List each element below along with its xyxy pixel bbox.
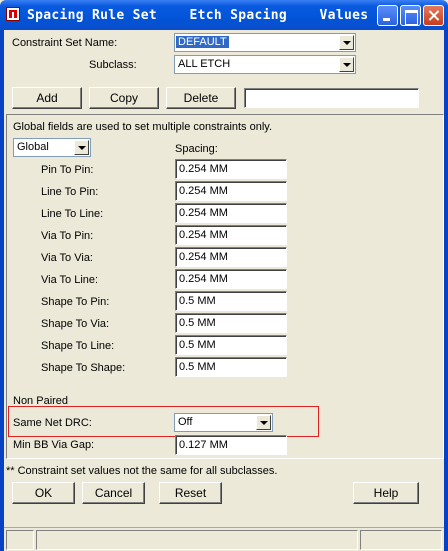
window-title: Spacing Rule Set Etch Spacing Values <box>27 8 369 23</box>
rule-label: Shape To Pin: <box>41 296 110 308</box>
add-button[interactable]: Add <box>12 87 82 109</box>
chevron-down-icon[interactable] <box>339 57 354 72</box>
line-to-pin-input[interactable]: 0.254 MM <box>175 181 287 201</box>
rule-value: 0.254 MM <box>179 185 228 197</box>
subclass-dropdown[interactable]: ALL ETCH <box>174 55 356 74</box>
rule-value: 0.254 MM <box>179 163 228 175</box>
global-note: Global fields are used to set multiple c… <box>13 121 273 133</box>
rule-label: Line To Pin: <box>41 186 99 198</box>
same-net-drc-dropdown[interactable]: Off <box>174 413 273 432</box>
new-set-name-input[interactable] <box>244 88 419 108</box>
via-to-line-input[interactable]: 0.254 MM <box>175 269 287 289</box>
window-frame-left <box>0 30 4 551</box>
min-bb-via-gap-label: Min BB Via Gap: <box>13 439 95 451</box>
rule-value: 0.254 MM <box>179 251 228 263</box>
pin-to-pin-input[interactable]: 0.254 MM <box>175 159 287 179</box>
shape-to-pin-input[interactable]: 0.5 MM <box>175 291 287 311</box>
copy-button[interactable]: Copy <box>89 87 159 109</box>
spacing-header: Spacing: <box>175 143 218 155</box>
subclass-value: ALL ETCH <box>178 58 231 70</box>
constraint-set-label: Constraint Set Name: <box>12 37 118 49</box>
shape-to-via-input[interactable]: 0.5 MM <box>175 313 287 333</box>
cancel-button[interactable]: Cancel <box>82 482 145 504</box>
help-button[interactable]: Help <box>353 482 419 504</box>
rule-label: Shape To Shape: <box>41 362 126 374</box>
rule-label: Via To Via: <box>41 252 93 264</box>
minimize-button[interactable] <box>377 5 398 26</box>
scope-dropdown[interactable]: Global <box>13 138 91 157</box>
same-net-drc-label: Same Net DRC: <box>13 417 92 429</box>
same-net-drc-value: Off <box>178 416 193 428</box>
rule-value: 0.254 MM <box>179 229 228 241</box>
maximize-button[interactable] <box>400 5 421 26</box>
chevron-down-icon[interactable] <box>74 140 89 155</box>
shape-to-shape-input[interactable]: 0.5 MM <box>175 357 287 377</box>
shape-to-line-input[interactable]: 0.5 MM <box>175 335 287 355</box>
via-to-via-input[interactable]: 0.254 MM <box>175 247 287 267</box>
rule-label: Via To Pin: <box>41 230 94 242</box>
close-button[interactable] <box>423 5 444 26</box>
constraint-set-value: DEFAULT <box>176 36 229 48</box>
chevron-down-icon[interactable] <box>339 35 354 50</box>
via-to-pin-input[interactable]: 0.254 MM <box>175 225 287 245</box>
delete-button[interactable]: Delete <box>166 87 236 109</box>
footnote: ** Constraint set values not the same fo… <box>6 465 278 477</box>
subclass-label: Subclass: <box>89 59 137 71</box>
chevron-down-icon[interactable] <box>256 415 271 430</box>
min-bb-via-gap-value: 0.127 MM <box>179 439 228 451</box>
ok-button[interactable]: OK <box>12 482 75 504</box>
rule-label: Shape To Via: <box>41 318 110 330</box>
status-cell <box>6 530 34 550</box>
title-bar[interactable]: Spacing Rule Set Etch Spacing Values <box>0 0 448 30</box>
rule-label: Pin To Pin: <box>41 164 94 176</box>
rule-label: Line To Line: <box>41 208 104 220</box>
reset-button[interactable]: Reset <box>159 482 222 504</box>
line-to-line-input[interactable]: 0.254 MM <box>175 203 287 223</box>
status-bar <box>4 527 444 551</box>
rule-value: 0.254 MM <box>179 273 228 285</box>
scope-value: Global <box>17 141 49 153</box>
rule-label: Shape To Line: <box>41 340 115 352</box>
status-cell <box>360 530 442 550</box>
rule-value: 0.5 MM <box>179 339 216 351</box>
rule-value: 0.254 MM <box>179 207 228 219</box>
window-frame-right <box>444 30 448 551</box>
rule-value: 0.5 MM <box>179 317 216 329</box>
rule-value: 0.5 MM <box>179 361 216 373</box>
rule-value: 0.5 MM <box>179 295 216 307</box>
min-bb-via-gap-input[interactable]: 0.127 MM <box>175 435 287 455</box>
status-cell <box>36 530 358 550</box>
constraint-set-dropdown[interactable]: DEFAULT <box>174 33 356 52</box>
rule-label: Via To Line: <box>41 274 99 286</box>
app-icon[interactable] <box>6 7 20 21</box>
